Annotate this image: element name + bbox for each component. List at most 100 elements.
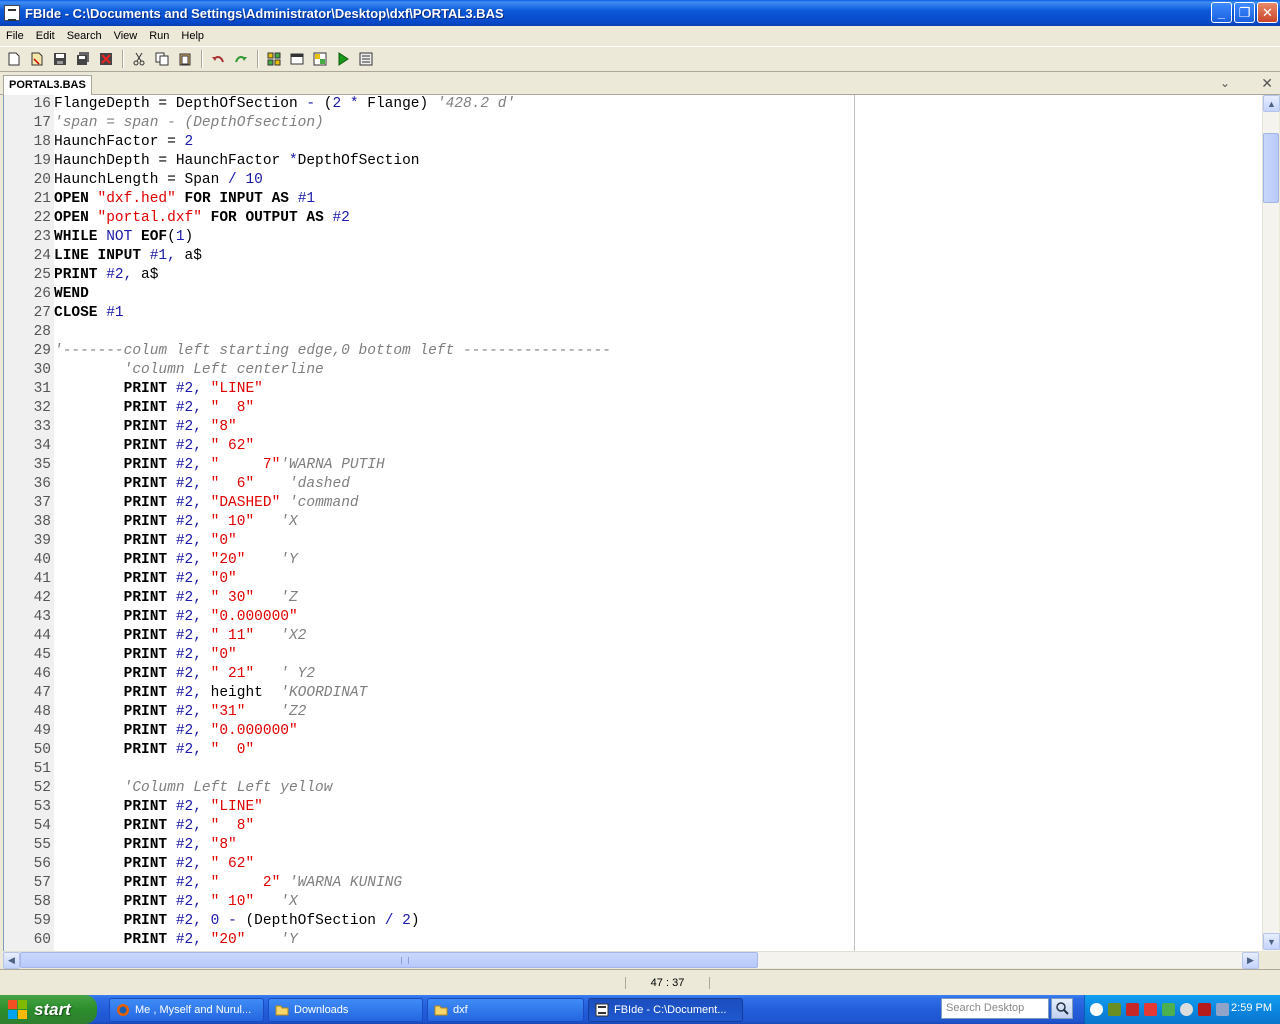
search-tray-icon[interactable] bbox=[1180, 1003, 1193, 1016]
code-content[interactable]: 16 FlangeDepth = DepthOfSection - (2 * Fl… bbox=[4, 95, 1262, 950]
horizontal-scroll-thumb[interactable] bbox=[20, 952, 758, 968]
save-all-button[interactable] bbox=[72, 48, 94, 70]
copy-button[interactable] bbox=[151, 48, 173, 70]
save-button[interactable] bbox=[49, 48, 71, 70]
code-line[interactable]: 38 PRINT #2, " 10" 'X bbox=[4, 513, 1262, 532]
close-file-button[interactable] bbox=[95, 48, 117, 70]
back-arrow-icon[interactable] bbox=[1090, 1003, 1103, 1016]
code-line[interactable]: 27 CLOSE #1 bbox=[4, 304, 1262, 323]
code-line[interactable]: 34 PRINT #2, " 62" bbox=[4, 437, 1262, 456]
code-line[interactable]: 39 PRINT #2, "0" bbox=[4, 532, 1262, 551]
menu-search[interactable]: Search bbox=[61, 30, 108, 42]
pdf-icon[interactable] bbox=[1126, 1003, 1139, 1016]
undo-button[interactable] bbox=[207, 48, 229, 70]
security-shield-icon[interactable] bbox=[1198, 1003, 1211, 1016]
network-icon[interactable] bbox=[1162, 1003, 1175, 1016]
code-line[interactable]: 29 '-------colum left starting edge,0 bot… bbox=[4, 342, 1262, 361]
tray-app-icon[interactable] bbox=[1144, 1003, 1157, 1016]
close-button[interactable]: ✕ bbox=[1257, 2, 1278, 23]
code-line[interactable]: 58 PRINT #2, " 10" 'X bbox=[4, 893, 1262, 912]
tab-portal3-bas[interactable]: PORTAL3.BAS bbox=[3, 75, 92, 95]
code-line[interactable]: 21 OPEN "dxf.hed" FOR INPUT AS #1 bbox=[4, 190, 1262, 209]
code-line[interactable]: 16 FlangeDepth = DepthOfSection - (2 * Fl… bbox=[4, 95, 1262, 114]
code-line[interactable]: 56 PRINT #2, " 62" bbox=[4, 855, 1262, 874]
code-line[interactable]: 35 PRINT #2, " 7"'WARNA PUTIH bbox=[4, 456, 1262, 475]
code-line[interactable]: 48 PRINT #2, "31" 'Z2 bbox=[4, 703, 1262, 722]
code-line[interactable]: 23 WHILE NOT EOF(1) bbox=[4, 228, 1262, 247]
code-line[interactable]: 22 OPEN "portal.dxf" FOR OUTPUT AS #2 bbox=[4, 209, 1262, 228]
code-line[interactable]: 51 bbox=[4, 760, 1262, 779]
code-line[interactable]: 24 LINE INPUT #1, a$ bbox=[4, 247, 1262, 266]
scroll-up-button[interactable]: ▲ bbox=[1263, 95, 1280, 112]
run-button[interactable] bbox=[332, 48, 354, 70]
open-file-button[interactable] bbox=[26, 48, 48, 70]
minimize-button[interactable]: _ bbox=[1211, 2, 1232, 23]
vertical-scrollbar[interactable]: ▲ ▼ bbox=[1262, 95, 1280, 951]
code-line[interactable]: 44 PRINT #2, " 11" 'X2 bbox=[4, 627, 1262, 646]
taskbar-item-fbide[interactable]: FBIde - C:\Document... bbox=[588, 998, 743, 1022]
taskbar-item-firefox[interactable]: Me , Myself and Nurul... bbox=[109, 998, 264, 1022]
scroll-right-button[interactable]: ▶ bbox=[1242, 952, 1259, 969]
scroll-left-button[interactable]: ◀ bbox=[3, 952, 20, 969]
code-line[interactable]: 47 PRINT #2, height 'KOORDINAT bbox=[4, 684, 1262, 703]
output-button[interactable] bbox=[355, 48, 377, 70]
code-line[interactable]: 41 PRINT #2, "0" bbox=[4, 570, 1262, 589]
code-line[interactable]: 33 PRINT #2, "8" bbox=[4, 418, 1262, 437]
volume-icon[interactable] bbox=[1216, 1003, 1229, 1016]
code-line[interactable]: 32 PRINT #2, " 8" bbox=[4, 399, 1262, 418]
menu-help[interactable]: Help bbox=[175, 30, 210, 42]
code-line[interactable]: 57 PRINT #2, " 2" 'WARNA KUNING bbox=[4, 874, 1262, 893]
code-line[interactable]: 42 PRINT #2, " 30" 'Z bbox=[4, 589, 1262, 608]
redo-button[interactable] bbox=[230, 48, 252, 70]
tray-app-icon[interactable] bbox=[1108, 1003, 1121, 1016]
taskbar-item-dxf[interactable]: dxf bbox=[427, 998, 584, 1022]
code-line[interactable]: 37 PRINT #2, "DASHED" 'command bbox=[4, 494, 1262, 513]
code-line[interactable]: 36 PRINT #2, " 6" 'dashed bbox=[4, 475, 1262, 494]
code-line[interactable]: 25 PRINT #2, a$ bbox=[4, 266, 1262, 285]
desktop-search-button[interactable] bbox=[1051, 998, 1073, 1019]
compile-button[interactable] bbox=[263, 48, 285, 70]
menu-view[interactable]: View bbox=[108, 30, 144, 42]
scroll-down-button[interactable]: ▼ bbox=[1263, 933, 1280, 950]
code-line[interactable]: 20 HaunchLength = Span / 10 bbox=[4, 171, 1262, 190]
window-button[interactable] bbox=[286, 48, 308, 70]
save-all-icon bbox=[77, 52, 89, 65]
code-line[interactable]: 53 PRINT #2, "LINE" bbox=[4, 798, 1262, 817]
code-line[interactable]: 28 bbox=[4, 323, 1262, 342]
code-line[interactable]: 18 HaunchFactor = 2 bbox=[4, 133, 1262, 152]
code-line[interactable]: 17'span = span - (DepthOfsection) bbox=[4, 114, 1262, 133]
menu-file[interactable]: File bbox=[0, 30, 30, 42]
tab-close-icon[interactable]: ✕ bbox=[1261, 75, 1273, 92]
code-line[interactable]: 59 PRINT #2, 0 - (DepthOfSection / 2) bbox=[4, 912, 1262, 931]
paste-button[interactable] bbox=[174, 48, 196, 70]
code-line[interactable]: 45 PRINT #2, "0" bbox=[4, 646, 1262, 665]
desktop-search-input[interactable]: Search Desktop bbox=[941, 998, 1049, 1019]
maximize-button[interactable]: ❐ bbox=[1234, 2, 1255, 23]
code-line[interactable]: 55 PRINT #2, "8" bbox=[4, 836, 1262, 855]
vertical-scroll-thumb[interactable] bbox=[1263, 133, 1279, 203]
new-file-button[interactable] bbox=[3, 48, 25, 70]
tab-list-chevron-icon[interactable]: ⌄ bbox=[1220, 76, 1230, 90]
code-line[interactable]: 52 'Column Left Left yellow bbox=[4, 779, 1262, 798]
start-button[interactable]: start bbox=[0, 995, 97, 1024]
code-line[interactable]: 26 WEND bbox=[4, 285, 1262, 304]
title-bar[interactable]: FBIde - C:\Documents and Settings\Admini… bbox=[0, 0, 1280, 26]
code-line[interactable]: 49 PRINT #2, "0.000000" bbox=[4, 722, 1262, 741]
code-line[interactable]: 40 PRINT #2, "20" 'Y bbox=[4, 551, 1262, 570]
taskbar-item-downloads[interactable]: Downloads bbox=[268, 998, 423, 1022]
code-line[interactable]: 60 PRINT #2, "20" 'Y bbox=[4, 931, 1262, 950]
horizontal-scrollbar[interactable]: ◀ ▶ bbox=[3, 951, 1259, 969]
menu-run[interactable]: Run bbox=[143, 30, 175, 42]
code-line[interactable]: 19 HaunchDepth = HaunchFactor *DepthOfSec… bbox=[4, 152, 1262, 171]
code-line[interactable]: 31 PRINT #2, "LINE" bbox=[4, 380, 1262, 399]
cut-button[interactable] bbox=[128, 48, 150, 70]
code-line[interactable]: 54 PRINT #2, " 8" bbox=[4, 817, 1262, 836]
code-line[interactable]: 50 PRINT #2, " 0" bbox=[4, 741, 1262, 760]
code-editor[interactable]: 16 FlangeDepth = DepthOfSection - (2 * Fl… bbox=[3, 95, 1262, 951]
code-line[interactable]: 46 PRINT #2, " 21" ' Y2 bbox=[4, 665, 1262, 684]
code-line[interactable]: 30 'column Left centerline bbox=[4, 361, 1262, 380]
code-line[interactable]: 43 PRINT #2, "0.000000" bbox=[4, 608, 1262, 627]
compile-run-button[interactable] bbox=[309, 48, 331, 70]
menu-edit[interactable]: Edit bbox=[30, 30, 61, 42]
fbide-app-icon[interactable] bbox=[4, 5, 20, 21]
